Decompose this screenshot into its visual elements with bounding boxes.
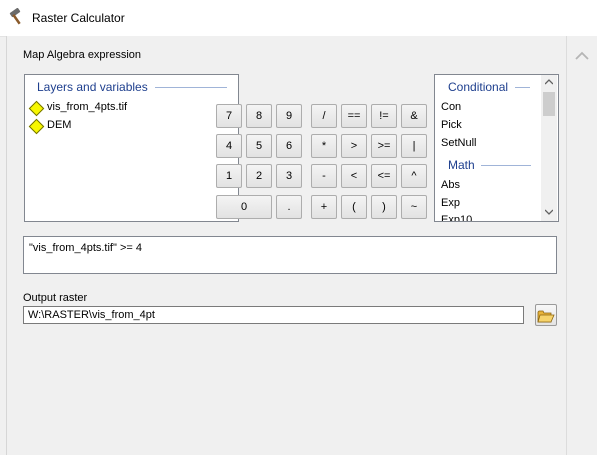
key-less[interactable]: < bbox=[341, 164, 367, 188]
key-0[interactable]: 0 bbox=[216, 195, 272, 219]
key-9[interactable]: 9 bbox=[276, 104, 302, 128]
functions-scroll-thumb[interactable] bbox=[543, 92, 555, 116]
function-item-setnull[interactable]: SetNull bbox=[441, 137, 476, 149]
layers-group-header: Layers and variables bbox=[37, 80, 148, 94]
key-7[interactable]: 7 bbox=[216, 104, 242, 128]
function-item-exp10[interactable]: Exp10 bbox=[441, 214, 472, 221]
key-2[interactable]: 2 bbox=[246, 164, 272, 188]
key-5[interactable]: 5 bbox=[246, 134, 272, 158]
expression-text: "vis_from_4pts.tif" >= 4 bbox=[29, 242, 142, 254]
chevron-up-icon[interactable] bbox=[573, 50, 591, 62]
raster-calculator-window: Raster Calculator Map Algebra expression… bbox=[0, 0, 597, 455]
layers-list[interactable]: Layers and variables vis_from_4pts.tif D… bbox=[24, 74, 239, 222]
layer-item-label: vis_from_4pts.tif bbox=[47, 101, 128, 113]
function-item-exp[interactable]: Exp bbox=[441, 197, 460, 209]
key-greater-equal[interactable]: >= bbox=[371, 134, 397, 158]
function-item-abs[interactable]: Abs bbox=[441, 179, 460, 191]
key-less-equal[interactable]: <= bbox=[371, 164, 397, 188]
function-item-con[interactable]: Con bbox=[441, 101, 461, 113]
conditional-header-divider bbox=[515, 87, 530, 88]
layer-item-label: DEM bbox=[47, 119, 72, 131]
output-raster-input[interactable] bbox=[23, 306, 524, 324]
functions-scrollbar[interactable] bbox=[541, 75, 557, 221]
functions-list[interactable]: Conditional Con Pick SetNull Math Abs Ex… bbox=[434, 74, 559, 222]
dialog-scrollbar[interactable] bbox=[566, 36, 597, 455]
raster-layer-icon bbox=[28, 100, 45, 117]
key-1[interactable]: 1 bbox=[216, 164, 242, 188]
key-xor[interactable]: ^ bbox=[401, 164, 427, 188]
key-multiply[interactable]: * bbox=[311, 134, 337, 158]
window-title: Raster Calculator bbox=[32, 11, 125, 25]
key-close-paren[interactable]: ) bbox=[371, 195, 397, 219]
key-6[interactable]: 6 bbox=[276, 134, 302, 158]
key-or[interactable]: | bbox=[401, 134, 427, 158]
key-4[interactable]: 4 bbox=[216, 134, 242, 158]
scroll-down-icon[interactable] bbox=[545, 209, 553, 215]
key-not-equal[interactable]: != bbox=[371, 104, 397, 128]
open-folder-icon bbox=[537, 310, 555, 323]
key-add[interactable]: + bbox=[311, 195, 337, 219]
scroll-up-icon[interactable] bbox=[545, 79, 553, 85]
hammer-icon bbox=[9, 8, 21, 25]
browse-button[interactable] bbox=[535, 304, 557, 326]
key-equal[interactable]: == bbox=[341, 104, 367, 128]
key-8[interactable]: 8 bbox=[246, 104, 272, 128]
key-decimal[interactable]: . bbox=[276, 195, 302, 219]
key-open-paren[interactable]: ( bbox=[341, 195, 367, 219]
key-3[interactable]: 3 bbox=[276, 164, 302, 188]
expression-label: Map Algebra expression bbox=[23, 49, 142, 61]
layer-item[interactable]: DEM bbox=[27, 118, 227, 135]
key-greater[interactable]: > bbox=[341, 134, 367, 158]
key-not[interactable]: ~ bbox=[401, 195, 427, 219]
raster-layer-icon bbox=[28, 118, 45, 135]
functions-group-header-math: Math bbox=[448, 158, 475, 172]
layers-header-divider bbox=[155, 87, 227, 88]
math-header-divider bbox=[481, 165, 531, 166]
key-divide[interactable]: / bbox=[311, 104, 337, 128]
output-raster-label: Output raster bbox=[23, 292, 88, 304]
key-subtract[interactable]: - bbox=[311, 164, 337, 188]
layer-item[interactable]: vis_from_4pts.tif bbox=[27, 100, 227, 117]
function-item-pick[interactable]: Pick bbox=[441, 119, 462, 131]
title-bar[interactable]: Raster Calculator bbox=[0, 0, 597, 37]
expression-textbox[interactable]: "vis_from_4pts.tif" >= 4 bbox=[23, 236, 557, 274]
key-and[interactable]: & bbox=[401, 104, 427, 128]
functions-group-header-conditional: Conditional bbox=[448, 80, 509, 94]
